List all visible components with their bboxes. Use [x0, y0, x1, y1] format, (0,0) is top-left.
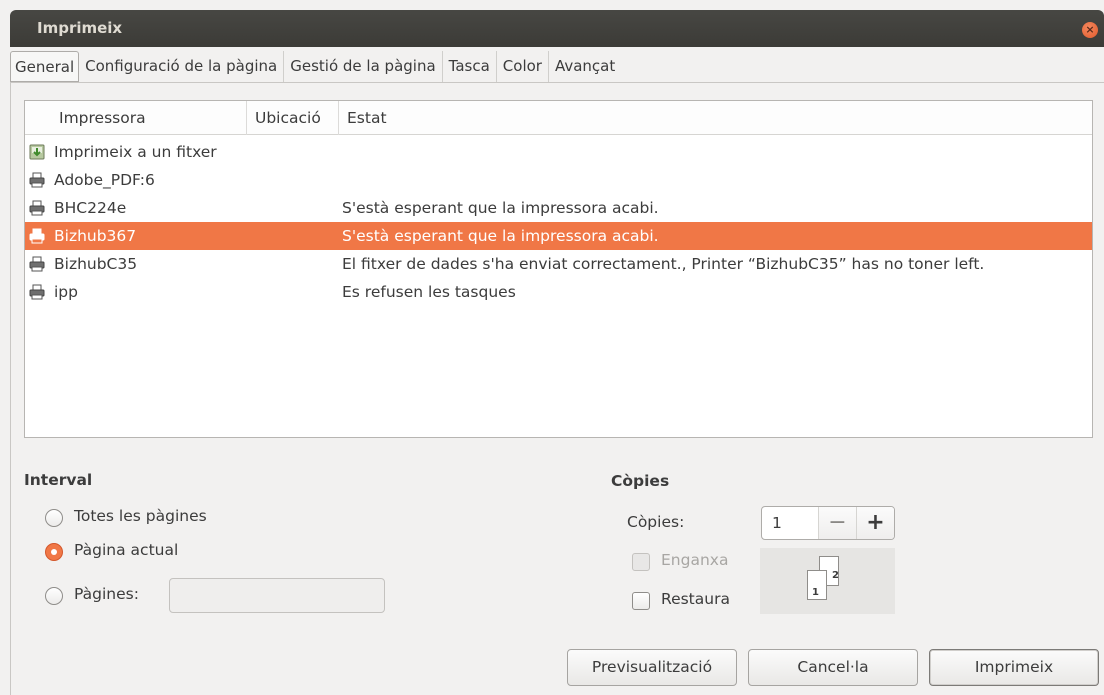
header-spacer [25, 101, 45, 135]
printer-status: S'està esperant que la impressora acabi. [342, 199, 659, 217]
pages-input[interactable] [169, 578, 385, 613]
printer-row[interactable]: BHC224e S'està esperant que la impressor… [25, 194, 1092, 222]
decrement-button[interactable]: − [818, 507, 856, 539]
printer-row[interactable]: ipp Es refusen les tasques [25, 278, 1092, 306]
preview-button[interactable]: Previsualització [567, 649, 737, 686]
tab-page-handling[interactable]: Gestió de la pàgina [284, 51, 443, 82]
column-status[interactable]: Estat [338, 101, 1092, 135]
copies-value[interactable]: 1 [772, 514, 782, 532]
printer-icon [29, 256, 45, 272]
printer-list-header: Impressora Ubicació Estat [25, 101, 1092, 135]
all-pages-label[interactable]: Totes les pàgines [74, 507, 207, 525]
reverse-checkbox[interactable] [632, 592, 650, 610]
printer-name: Adobe_PDF:6 [54, 171, 155, 189]
radio-pages[interactable] [45, 587, 63, 605]
printer-row-selected[interactable]: Bizhub367 S'està esperant que la impress… [25, 222, 1092, 250]
tab-advanced[interactable]: Avançat [549, 51, 621, 82]
copies-label: Còpies: [627, 513, 685, 531]
printer-icon [29, 172, 45, 188]
radio-all-pages[interactable] [45, 509, 63, 527]
collate-checkbox[interactable] [632, 553, 650, 571]
printer-name: Imprimeix a un fitxer [54, 143, 217, 161]
window-title: Imprimeix [37, 19, 123, 37]
printer-row[interactable]: BizhubC35 El fitxer de dades s'ha enviat… [25, 250, 1092, 278]
copies-title: Còpies [611, 472, 670, 490]
printer-list[interactable]: Impressora Ubicació Estat Imprimeix a un… [24, 100, 1093, 438]
preview-page-number: 1 [812, 587, 819, 598]
printer-name: BizhubC35 [54, 255, 138, 273]
cancel-button[interactable]: Cancel·la [748, 649, 918, 686]
print-button[interactable]: Imprimeix [929, 649, 1099, 686]
close-icon[interactable]: × [1082, 22, 1098, 38]
radio-current-page[interactable] [45, 543, 63, 561]
range-title: Interval [24, 471, 93, 489]
pages-label[interactable]: Pàgines: [74, 585, 139, 603]
reverse-label[interactable]: Restaura [661, 590, 730, 608]
printer-row[interactable]: Adobe_PDF:6 [25, 166, 1092, 194]
printer-status: S'està esperant que la impressora acabi. [342, 227, 659, 245]
tab-job[interactable]: Tasca [443, 51, 497, 82]
tab-page-setup[interactable]: Configuració de la pàgina [79, 51, 285, 82]
print-to-file-icon [29, 144, 45, 160]
copies-spinner[interactable]: 1 − + [761, 506, 895, 540]
printer-name: Bizhub367 [54, 227, 137, 245]
printer-icon [29, 284, 45, 300]
printer-icon [29, 228, 45, 244]
tab-color[interactable]: Color [497, 51, 549, 82]
preview-page-1: 1 [807, 570, 827, 600]
tab-general[interactable]: General [10, 51, 80, 82]
pane-border [10, 82, 11, 695]
increment-button[interactable]: + [856, 507, 894, 539]
printer-icon [29, 200, 45, 216]
column-location[interactable]: Ubicació [246, 101, 338, 135]
tab-divider [10, 82, 1104, 83]
column-printer[interactable]: Impressora [51, 101, 271, 135]
tab-bar: General Configuració de la pàgina Gestió… [10, 51, 621, 82]
current-page-label[interactable]: Pàgina actual [74, 541, 178, 559]
collate-preview: 2 1 [760, 548, 895, 614]
printer-status: Es refusen les tasques [342, 283, 516, 301]
printer-name: ipp [54, 283, 78, 301]
preview-page-number: 2 [832, 570, 839, 581]
window-titlebar: Imprimeix × [10, 10, 1104, 47]
collate-label: Enganxa [661, 551, 729, 569]
printer-row[interactable]: Imprimeix a un fitxer [25, 138, 1092, 166]
printer-name: BHC224e [54, 199, 127, 217]
printer-status: El fitxer de dades s'ha enviat correctam… [342, 255, 985, 273]
